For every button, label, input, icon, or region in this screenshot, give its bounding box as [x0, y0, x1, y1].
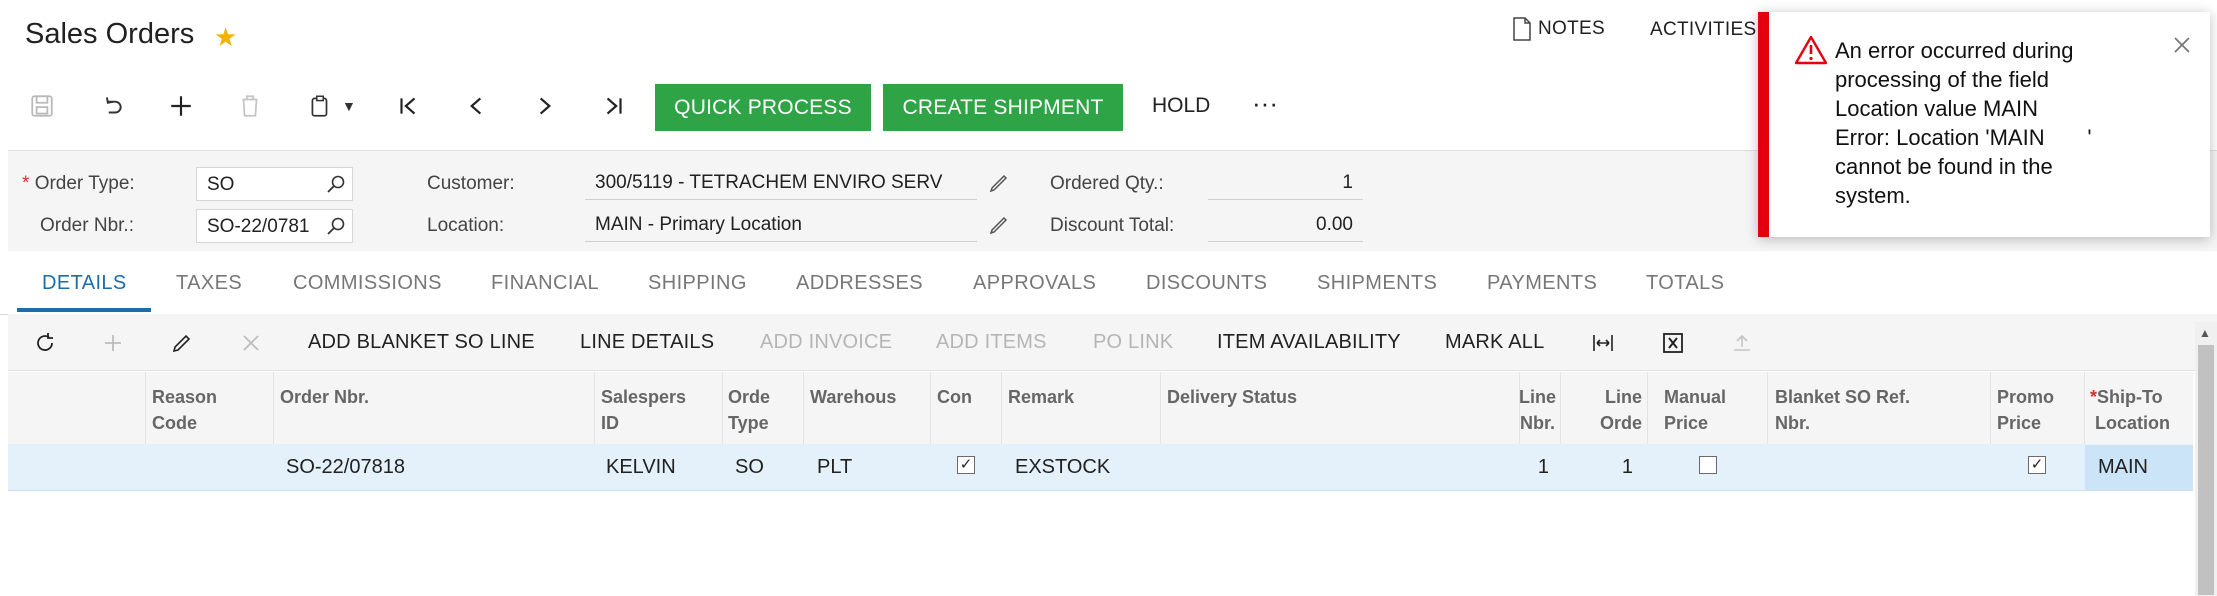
cell-line-order[interactable]: 1: [1560, 456, 1633, 479]
tab-approvals[interactable]: APPROVALS: [973, 272, 1096, 295]
promo-price-checkbox[interactable]: ✓: [2028, 456, 2046, 474]
cell-remark[interactable]: EXSTOCK: [1015, 456, 1110, 479]
tab-shipments[interactable]: SHIPMENTS: [1317, 272, 1437, 295]
delete-icon[interactable]: [232, 88, 268, 124]
add-icon[interactable]: [163, 88, 199, 124]
search-icon[interactable]: [326, 216, 346, 236]
edit-icon[interactable]: [167, 328, 197, 358]
column-header-line-nbr[interactable]: Line Nbr.: [1519, 384, 1556, 436]
column-header-warehouse[interactable]: Warehous: [810, 384, 896, 410]
discount-total-label: Discount Total:: [1050, 215, 1175, 236]
column-header-reason-code[interactable]: Reason Code: [152, 384, 217, 436]
chevron-down-icon[interactable]: ▼: [342, 98, 356, 114]
mark-all-button[interactable]: MARK ALL: [1445, 331, 1544, 354]
manual-price-checkbox[interactable]: [1699, 456, 1717, 474]
tab-totals[interactable]: TOTALS: [1646, 272, 1724, 295]
previous-record-icon[interactable]: [458, 88, 494, 124]
column-header-order-nbr[interactable]: Order Nbr.: [280, 384, 369, 410]
order-type-label: * Order Type:: [22, 173, 135, 194]
cell-warehouse[interactable]: PLT: [817, 456, 852, 479]
cell-line-nbr[interactable]: 1: [1519, 456, 1549, 479]
upload-icon[interactable]: [1727, 328, 1757, 358]
copy-paste-icon[interactable]: [302, 88, 338, 124]
ordered-qty-field: 1: [1208, 166, 1363, 200]
edit-pencil-icon[interactable]: [988, 172, 1010, 194]
tab-financial[interactable]: FINANCIAL: [491, 272, 599, 295]
column-header-salesperson-id[interactable]: Salespers ID: [601, 384, 686, 436]
fit-columns-icon[interactable]: [1588, 328, 1618, 358]
error-message: An error occurred during processing of t…: [1835, 38, 2092, 208]
customer-label: Customer:: [427, 173, 515, 194]
add-row-icon[interactable]: [98, 328, 128, 358]
item-availability-button[interactable]: ITEM AVAILABILITY: [1217, 331, 1401, 354]
location-label: Location:: [427, 215, 505, 236]
tab-payments[interactable]: PAYMENTS: [1487, 272, 1597, 295]
save-icon[interactable]: [24, 88, 60, 124]
column-header-blanket-so-ref-nbr[interactable]: Blanket SO Ref. Nbr.: [1775, 384, 1910, 436]
activities-link[interactable]: ACTIVITIES: [1650, 19, 1756, 41]
notes-label: NOTES: [1538, 18, 1605, 39]
tab-details[interactable]: DETAILS: [42, 272, 127, 295]
column-header-order-type[interactable]: Orde Type: [728, 384, 770, 436]
column-header-delivery-status[interactable]: Delivery Status: [1167, 384, 1297, 410]
cell-order-type[interactable]: SO: [735, 456, 764, 479]
active-tab-indicator: [17, 308, 151, 312]
column-header-ship-to-location[interactable]: *Ship-To Location: [2090, 384, 2170, 436]
cell-salesperson-id[interactable]: KELVIN: [606, 456, 676, 479]
scroll-up-icon[interactable]: ▲: [2199, 326, 2211, 340]
column-header-remark[interactable]: Remark: [1008, 384, 1074, 410]
column-header-completed[interactable]: Con: [937, 384, 972, 410]
page-title: Sales Orders: [25, 18, 195, 50]
cell-ship-to-location[interactable]: MAIN: [2098, 456, 2148, 479]
quick-process-button[interactable]: QUICK PROCESS: [655, 84, 871, 131]
completed-checkbox[interactable]: ✓: [957, 456, 975, 474]
column-header-manual-price[interactable]: Manual Price: [1664, 384, 1726, 436]
error-stripe: [1758, 12, 1769, 237]
order-nbr-field[interactable]: SO-22/0781: [196, 209, 353, 243]
next-record-icon[interactable]: [527, 88, 563, 124]
favorite-star-icon[interactable]: ★: [214, 22, 237, 53]
tab-taxes[interactable]: TAXES: [176, 272, 242, 295]
line-details-button[interactable]: LINE DETAILS: [580, 331, 714, 354]
search-icon[interactable]: [326, 174, 346, 194]
first-record-icon[interactable]: [390, 88, 426, 124]
more-actions-button[interactable]: ···: [1252, 88, 1278, 119]
export-excel-icon[interactable]: [1658, 328, 1688, 358]
note-icon: [1513, 17, 1531, 41]
tab-discounts[interactable]: DISCOUNTS: [1146, 272, 1267, 295]
undo-icon[interactable]: [94, 88, 130, 124]
edit-pencil-icon[interactable]: [988, 214, 1010, 236]
scrollbar-thumb[interactable]: [2198, 345, 2214, 595]
order-type-field[interactable]: SO: [196, 167, 353, 201]
add-blanket-so-line-button[interactable]: ADD BLANKET SO LINE: [308, 331, 535, 354]
refresh-icon[interactable]: [30, 328, 60, 358]
location-field[interactable]: MAIN - Primary Location: [585, 208, 977, 242]
delete-row-icon[interactable]: [236, 328, 266, 358]
create-shipment-button[interactable]: CREATE SHIPMENT: [883, 84, 1123, 131]
close-icon[interactable]: [2172, 35, 2192, 55]
tab-addresses[interactable]: ADDRESSES: [796, 272, 923, 295]
ordered-qty-label: Ordered Qty.:: [1050, 173, 1164, 194]
last-record-icon[interactable]: [596, 88, 632, 124]
order-nbr-label: Order Nbr.:: [40, 215, 134, 236]
add-invoice-button[interactable]: ADD INVOICE: [760, 331, 892, 354]
hold-button[interactable]: HOLD: [1152, 94, 1210, 118]
add-items-button[interactable]: ADD ITEMS: [936, 331, 1047, 354]
discount-total-field: 0.00: [1208, 208, 1363, 242]
tab-commissions[interactable]: COMMISSIONS: [293, 272, 442, 295]
notes-link[interactable]: NOTES: [1512, 17, 1605, 41]
warning-icon: [1794, 35, 1828, 65]
column-header-promo-price[interactable]: Promo Price: [1997, 384, 2054, 436]
column-header-line-order[interactable]: Line Orde: [1560, 384, 1642, 436]
cell-order-nbr[interactable]: SO-22/07818: [286, 456, 405, 479]
tab-shipping[interactable]: SHIPPING: [648, 272, 747, 295]
customer-field[interactable]: 300/5119 - TETRACHEM ENVIRO SERV: [585, 166, 977, 200]
po-link-button[interactable]: PO LINK: [1093, 331, 1173, 354]
